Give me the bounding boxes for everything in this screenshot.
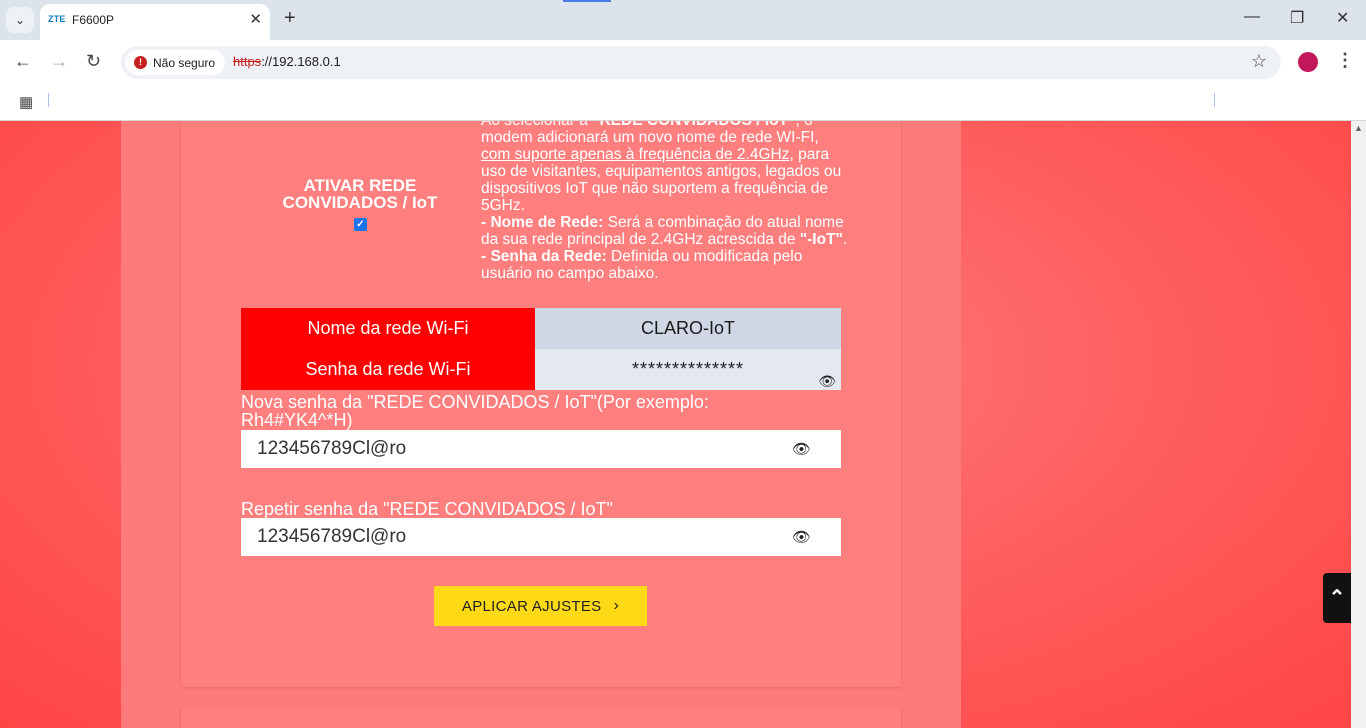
repeat-password-label: Repetir senha da "REDE CONVIDADOS / IoT" (241, 499, 613, 519)
new-tab-icon[interactable]: + (284, 7, 296, 30)
chevron-right-icon: › (613, 597, 620, 614)
info-bold: "REDE CONVIDADOS / IoT" (592, 121, 795, 129)
eye-icon[interactable]: 👁︎ (792, 519, 811, 557)
bookmarks-bar: ▦ (0, 85, 1366, 121)
new-password-field[interactable]: 123456789Cl@ro 👁︎ (241, 430, 841, 468)
eye-icon[interactable]: 👁︎ (792, 431, 811, 469)
reload-icon[interactable]: ↻ (86, 51, 101, 72)
page-scrollbar[interactable]: ▲ (1351, 121, 1366, 728)
warning-icon: ! (134, 56, 147, 69)
apps-grid-icon[interactable]: ▦ (19, 93, 33, 111)
back-arrow-icon[interactable]: ← (14, 51, 32, 72)
minimize-icon[interactable]: — (1244, 8, 1260, 26)
repeat-password-field[interactable]: 123456789Cl@ro 👁︎ (241, 518, 841, 556)
new-password-value: 123456789Cl@ro (257, 438, 407, 459)
table-row: Nome da rede Wi-Fi CLARO-IoT (241, 308, 841, 349)
address-bar[interactable]: ! Não seguro https://192.168.0.1 ☆ (121, 46, 1281, 79)
info-text: Ao selecionar a (481, 121, 592, 129)
repeat-password-value: 123456789Cl@ro (257, 526, 407, 547)
apply-settings-button[interactable]: APLICAR AJUSTES › (434, 586, 647, 626)
wifi-password-label: Senha da rede Wi-Fi (241, 349, 535, 390)
iot-enable-checkbox[interactable]: ✓ (354, 218, 367, 231)
info-underline: com suporte apenas à frequência de 2.4GH… (481, 146, 790, 163)
iot-info-text: Ao selecionar a "REDE CONVIDADOS / IoT",… (481, 121, 851, 282)
url-host: ://192.168.0.1 (261, 54, 341, 69)
masked-password: ************** (631, 359, 745, 379)
profile-avatar[interactable] (1298, 52, 1318, 72)
table-row: Senha da rede Wi-Fi ************** 👁︎ (241, 349, 841, 390)
wifi-name-label: Nome da rede Wi-Fi (241, 308, 535, 349)
scroll-to-top-button[interactable]: ⌃ (1323, 573, 1351, 623)
eye-slash-icon[interactable]: 👁︎ (818, 361, 837, 402)
page-viewport: ATIVAR REDE CONVIDADOS / IoT ✓ Ao seleci… (0, 121, 1366, 728)
info-bold: "-IoT" (799, 231, 843, 248)
forward-arrow-icon[interactable]: → (50, 51, 68, 72)
double-chevron-up-icon: ⌃ (1328, 587, 1346, 609)
tab-drag-indicator (563, 0, 611, 2)
more-menu-icon[interactable]: ⋮ (1336, 50, 1354, 71)
security-chip[interactable]: ! Não seguro (125, 50, 225, 75)
new-password-label: Nova senha da "REDE CONVIDADOS / IoT"(Po… (241, 392, 709, 430)
bookmarks-divider (48, 93, 49, 107)
browser-tabstrip: ⌄ ZTE F6600P ✕ + — ❐ ✕ (0, 0, 1366, 40)
info-bold: - Nome de Rede: (481, 214, 604, 231)
tab-search-button[interactable]: ⌄ (6, 7, 34, 33)
url-text[interactable]: https://192.168.0.1 (233, 54, 341, 69)
scroll-up-arrow-icon[interactable]: ▲ (1354, 123, 1363, 133)
apply-button-label: APLICAR AJUSTES (461, 597, 602, 615)
wifi-password-value: ************** 👁︎ (535, 349, 841, 390)
wifi-name-value: CLARO-IoT (535, 308, 841, 349)
url-scheme: https (233, 54, 262, 69)
restore-icon[interactable]: ❐ (1290, 8, 1304, 28)
bookmarks-divider (1214, 93, 1215, 107)
zte-favicon-icon: ZTE (48, 14, 66, 24)
bookmark-star-icon[interactable]: ☆ (1251, 51, 1267, 72)
window-close-icon[interactable]: ✕ (1336, 8, 1349, 28)
info-bold: - Senha da Rede: (481, 248, 607, 265)
browser-tab[interactable]: ZTE F6600P ✕ (40, 4, 270, 40)
tab-title: F6600P (72, 13, 115, 27)
wifi-info-table: Nome da rede Wi-Fi CLARO-IoT Senha da re… (241, 308, 841, 390)
next-section-card (181, 707, 901, 728)
browser-toolbar: ← → ↻ ! Não seguro https://192.168.0.1 ☆… (0, 40, 1366, 85)
iot-toggle-label: ATIVAR REDE CONVIDADOS / IoT (282, 176, 438, 212)
close-icon[interactable]: ✕ (249, 10, 262, 28)
security-label: Não seguro (153, 55, 216, 70)
chevron-down-icon: ⌄ (14, 13, 26, 27)
info-text: . (842, 231, 848, 248)
